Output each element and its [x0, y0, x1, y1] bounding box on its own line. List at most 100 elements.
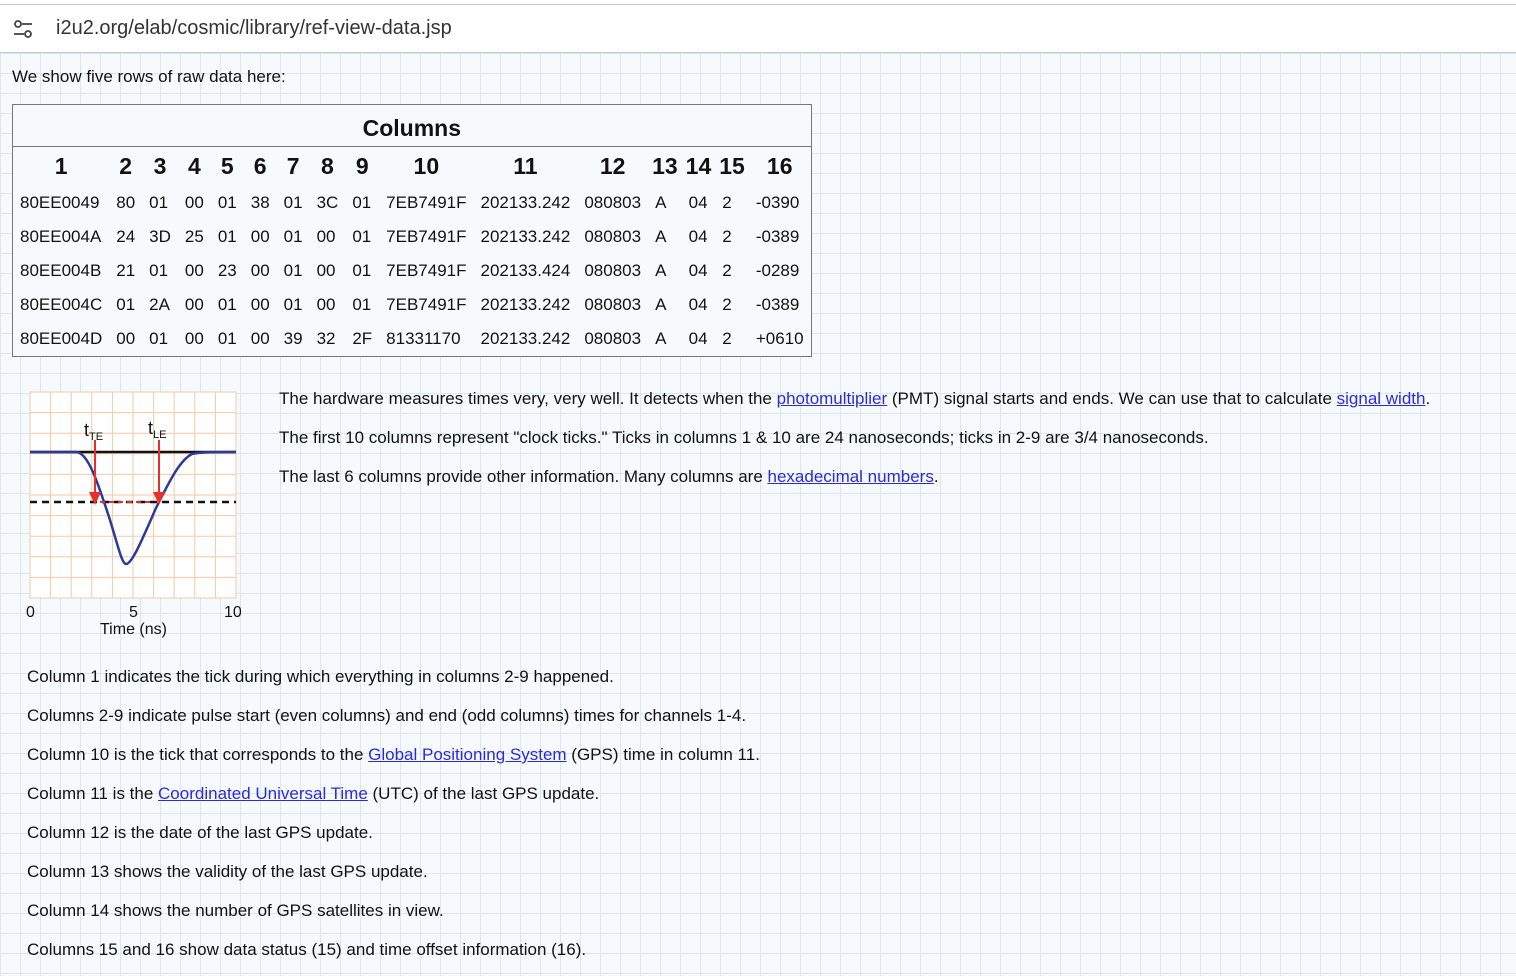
- table-cell: 01: [217, 227, 237, 246]
- table-cell: 80EE004B: [20, 261, 102, 280]
- table-cell: 01: [352, 295, 372, 314]
- note-column-12: Column 12 is the date of the last GPS up…: [27, 823, 373, 842]
- table-cell: 202133.242: [480, 227, 571, 246]
- intro-text: We show five rows of raw data here:: [12, 67, 286, 86]
- note-column-10: Column 10 is the tick that corresponds t…: [27, 745, 760, 765]
- table-cell: 3D: [149, 227, 171, 246]
- site-settings-icon[interactable]: [12, 18, 34, 40]
- table-cell: 00: [316, 295, 336, 314]
- pmt-signal-figure: tTE tLE 0 5 10 Time (ns): [26, 391, 242, 638]
- signal-width-link[interactable]: signal width: [1337, 389, 1426, 408]
- table-cell: 2: [722, 295, 732, 314]
- table-cell: 23: [217, 261, 237, 280]
- hexadecimal-link[interactable]: hexadecimal numbers: [768, 467, 934, 486]
- table-cell: 01: [217, 193, 237, 212]
- n3-text: Column 10 is the tick that corresponds t…: [27, 745, 369, 764]
- table-cell: 2: [722, 227, 732, 246]
- clock-ticks-paragraph: The first 10 columns represent "clock ti…: [279, 428, 1209, 447]
- table-cell: 39: [283, 329, 303, 348]
- table-cell: A: [655, 227, 667, 246]
- table-cell: 3C: [316, 193, 339, 212]
- note-columns-2-9: Columns 2-9 indicate pulse start (even c…: [27, 706, 747, 725]
- table-cell: 04: [688, 295, 708, 314]
- table-cell: 01: [149, 193, 169, 212]
- column-header: 6: [253, 153, 267, 179]
- table-caption: Columns: [12, 104, 812, 146]
- table-cell: 00: [184, 295, 204, 314]
- table-row: 80EE004B 21 01 00 23 00 01 00 01 7EB7491F 202133.4…: [13, 254, 811, 288]
- column-header: 1: [54, 153, 68, 179]
- column-header: 14: [685, 153, 712, 179]
- tick-10: 10: [224, 604, 242, 621]
- table-cell: 80EE004C: [20, 295, 103, 314]
- page-content: We show five rows of raw data here: Colu…: [0, 53, 1516, 976]
- table-cell: 04: [688, 329, 708, 348]
- table-cell: 01: [283, 193, 303, 212]
- table-cell: 00: [250, 261, 270, 280]
- column-header: 13: [652, 153, 678, 179]
- table-cell: 80EE004A: [20, 227, 102, 246]
- table-cell: 080803: [584, 261, 642, 280]
- hardware-paragraph: The hardware measures times very, very w…: [279, 389, 1430, 409]
- table-cell: 202133.242: [480, 295, 571, 314]
- table-cell: 81331170: [386, 329, 461, 348]
- table-cell: 2F: [352, 329, 373, 348]
- table-cell: 01: [149, 329, 169, 348]
- table-cell: -0389: [755, 295, 800, 314]
- table-cell: 2: [722, 193, 732, 212]
- table-cell: 202133.242: [480, 193, 571, 212]
- n4-text: Column 11 is the: [27, 784, 159, 803]
- table-cell: 080803: [584, 193, 642, 212]
- table-cell: 00: [250, 227, 270, 246]
- note-column-13: Column 13 shows the validity of the last…: [27, 862, 428, 881]
- raw-data-table: Columns 1 2 3 4 5 6 7 8 9 10 11 12 13 14 15 16 80EE0049…: [12, 104, 812, 357]
- table-cell: 01: [116, 295, 136, 314]
- table-cell: 00: [316, 261, 336, 280]
- p3-text: The last 6 columns provide other informa…: [279, 467, 768, 486]
- table-cell: 80: [116, 193, 136, 212]
- column-header: 10: [413, 153, 440, 179]
- utc-link[interactable]: Coordinated Universal Time: [158, 784, 368, 803]
- table-cell: 7EB7491F: [386, 193, 467, 212]
- table-cell: 7EB7491F: [386, 261, 467, 280]
- table-cell: 01: [217, 329, 237, 348]
- table-row: 80EE004D 00 01 00 01 00 39 32 2F 81331170 202133.2…: [13, 322, 811, 356]
- table-cell: 01: [283, 261, 303, 280]
- column-header: 3: [153, 153, 167, 179]
- table-cell: 80EE0049: [20, 193, 100, 212]
- table-cell: 202133.424: [480, 261, 571, 280]
- address-bar[interactable]: i2u2.org/elab/cosmic/library/ref-view-da…: [0, 4, 1516, 53]
- table-cell: 01: [352, 193, 372, 212]
- table-cell: 80EE004D: [20, 329, 103, 348]
- column-header: 15: [719, 153, 745, 179]
- p1-text-mid: (PMT) signal starts and ends. We can use…: [887, 389, 1337, 408]
- table-cell: A: [655, 329, 667, 348]
- table-cell: 202133.242: [480, 329, 571, 348]
- table-cell: 21: [116, 261, 136, 280]
- table-cell: 00: [250, 329, 270, 348]
- table-row: 80EE004C 01 2A 00 01 00 01 00 01 7EB7491F 202133.2…: [13, 288, 811, 322]
- te-subscript: TE: [89, 431, 103, 443]
- note-column-14: Column 14 shows the number of GPS satell…: [27, 901, 444, 920]
- table-cell: 7EB7491F: [386, 227, 467, 246]
- table-cell: 01: [217, 295, 237, 314]
- table-cell: 2A: [149, 295, 170, 314]
- column-header: 9: [355, 153, 369, 179]
- table-cell: 00: [184, 261, 204, 280]
- table-cell: 7EB7491F: [386, 295, 467, 314]
- table-cell: 01: [352, 227, 372, 246]
- photomultiplier-link[interactable]: photomultiplier: [777, 389, 888, 408]
- p1-text: The hardware measures times very, very w…: [279, 389, 777, 408]
- column-header: 12: [599, 153, 626, 179]
- table-cell: 00: [184, 193, 204, 212]
- table-cell: A: [655, 193, 667, 212]
- gps-link[interactable]: Global Positioning System: [368, 745, 566, 764]
- tick-5: 5: [129, 604, 138, 621]
- url-text[interactable]: i2u2.org/elab/cosmic/library/ref-view-da…: [56, 17, 452, 40]
- table-cell: 01: [352, 261, 372, 280]
- table-cell: 2: [722, 329, 732, 348]
- column-header: 11: [513, 153, 538, 179]
- p3-text-end: .: [933, 467, 939, 486]
- table-cell: A: [655, 295, 667, 314]
- p1-text-end: .: [1425, 389, 1431, 408]
